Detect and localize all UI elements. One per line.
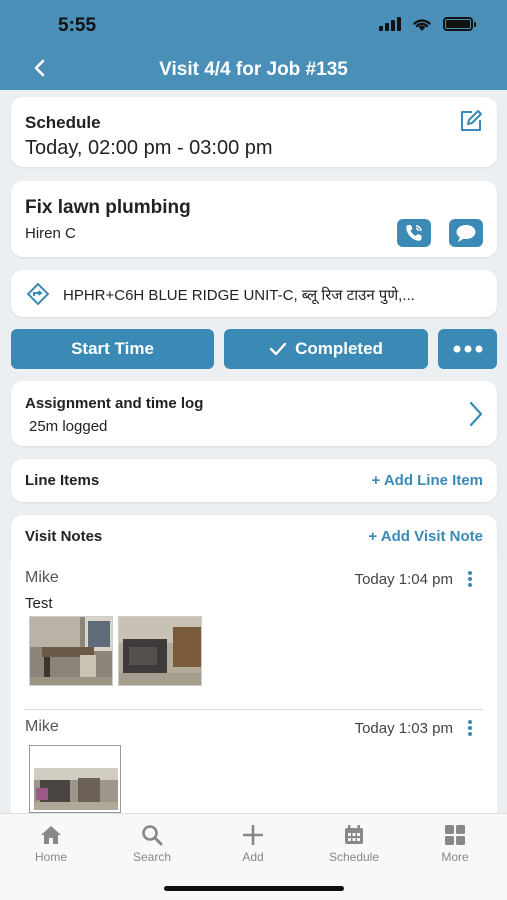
assignment-card[interactable]: Assignment and time log 25m logged — [11, 381, 497, 446]
completed-label: Completed — [295, 339, 383, 358]
time-logged: 25m logged — [29, 418, 108, 435]
start-time-label: Start Time — [71, 339, 154, 358]
app-header: 5:55 Visit 4/4 for Job #135 — [0, 0, 507, 90]
completed-button[interactable]: Completed — [224, 329, 428, 369]
assignment-title: Assignment and time log — [25, 395, 204, 412]
note-time: Today 1:03 pm — [354, 720, 453, 737]
note-photo[interactable] — [118, 616, 202, 686]
address-card[interactable]: HPHR+C6H BLUE RIDGE UNIT-C, ब्लू रिज टाउ… — [11, 270, 497, 317]
visit-notes-title: Visit Notes — [25, 528, 103, 545]
tab-label: More — [441, 850, 469, 864]
schedule-card: Schedule Today, 02:00 pm - 03:00 pm — [11, 97, 497, 167]
home-icon — [41, 826, 61, 844]
tab-label: Search — [132, 850, 172, 864]
wifi-icon — [413, 19, 431, 31]
tab-label: Home — [34, 850, 67, 864]
tab-label: Add — [242, 850, 264, 864]
note-menu-icon[interactable] — [463, 569, 477, 589]
note-text: Test — [25, 595, 53, 612]
add-visit-note-button[interactable]: + Add Visit Note — [368, 528, 483, 545]
address-text: HPHR+C6H BLUE RIDGE UNIT-C, ब्लू रिज टाउ… — [63, 287, 415, 304]
add-line-item-button[interactable]: + Add Line Item — [371, 472, 483, 489]
note-photo[interactable] — [29, 745, 121, 813]
tab-search[interactable]: Search — [112, 824, 192, 864]
grid-icon — [445, 825, 465, 845]
schedule-value: Today, 02:00 pm - 03:00 pm — [25, 137, 273, 159]
home-indicator — [164, 886, 344, 891]
line-items-title: Line Items — [25, 472, 100, 489]
status-time: 5:55 — [58, 15, 97, 36]
directions-icon — [26, 282, 50, 306]
more-dots-icon — [453, 345, 482, 353]
visit-notes-header: Visit Notes + Add Visit Note — [11, 515, 497, 557]
phone-icon — [406, 225, 422, 241]
battery-icon — [443, 17, 476, 31]
message-button[interactable] — [449, 219, 483, 247]
status-icons — [379, 16, 476, 32]
tab-home[interactable]: Home — [11, 824, 91, 864]
call-button[interactable] — [397, 219, 431, 247]
checkmark-icon — [269, 342, 287, 356]
note-divider — [25, 709, 483, 710]
tab-more[interactable]: More — [415, 824, 495, 864]
note-photo[interactable] — [29, 616, 113, 686]
search-icon — [142, 825, 163, 846]
chevron-right-icon — [469, 401, 483, 427]
edit-icon[interactable] — [457, 107, 485, 135]
plus-icon — [243, 825, 263, 845]
job-title: Fix lawn plumbing — [25, 197, 191, 218]
cellular-signal-icon — [379, 17, 401, 31]
tab-label: Schedule — [328, 850, 380, 864]
note-author: Mike — [25, 718, 59, 735]
tab-schedule[interactable]: Schedule — [314, 824, 394, 864]
schedule-label: Schedule — [25, 113, 101, 132]
note-menu-icon[interactable] — [463, 718, 477, 738]
more-actions-button[interactable] — [438, 329, 497, 369]
start-time-button[interactable]: Start Time — [11, 329, 214, 369]
tab-add[interactable]: Add — [213, 824, 293, 864]
note-author: Mike — [25, 569, 59, 586]
calendar-icon — [345, 825, 363, 844]
page-title: Visit 4/4 for Job #135 — [159, 59, 348, 80]
note-time: Today 1:04 pm — [354, 571, 453, 588]
line-items-card: Line Items + Add Line Item — [11, 459, 497, 502]
job-card: Fix lawn plumbing Hiren C — [11, 181, 497, 257]
chat-bubble-icon — [456, 225, 476, 242]
client-name[interactable]: Hiren C — [25, 225, 76, 242]
